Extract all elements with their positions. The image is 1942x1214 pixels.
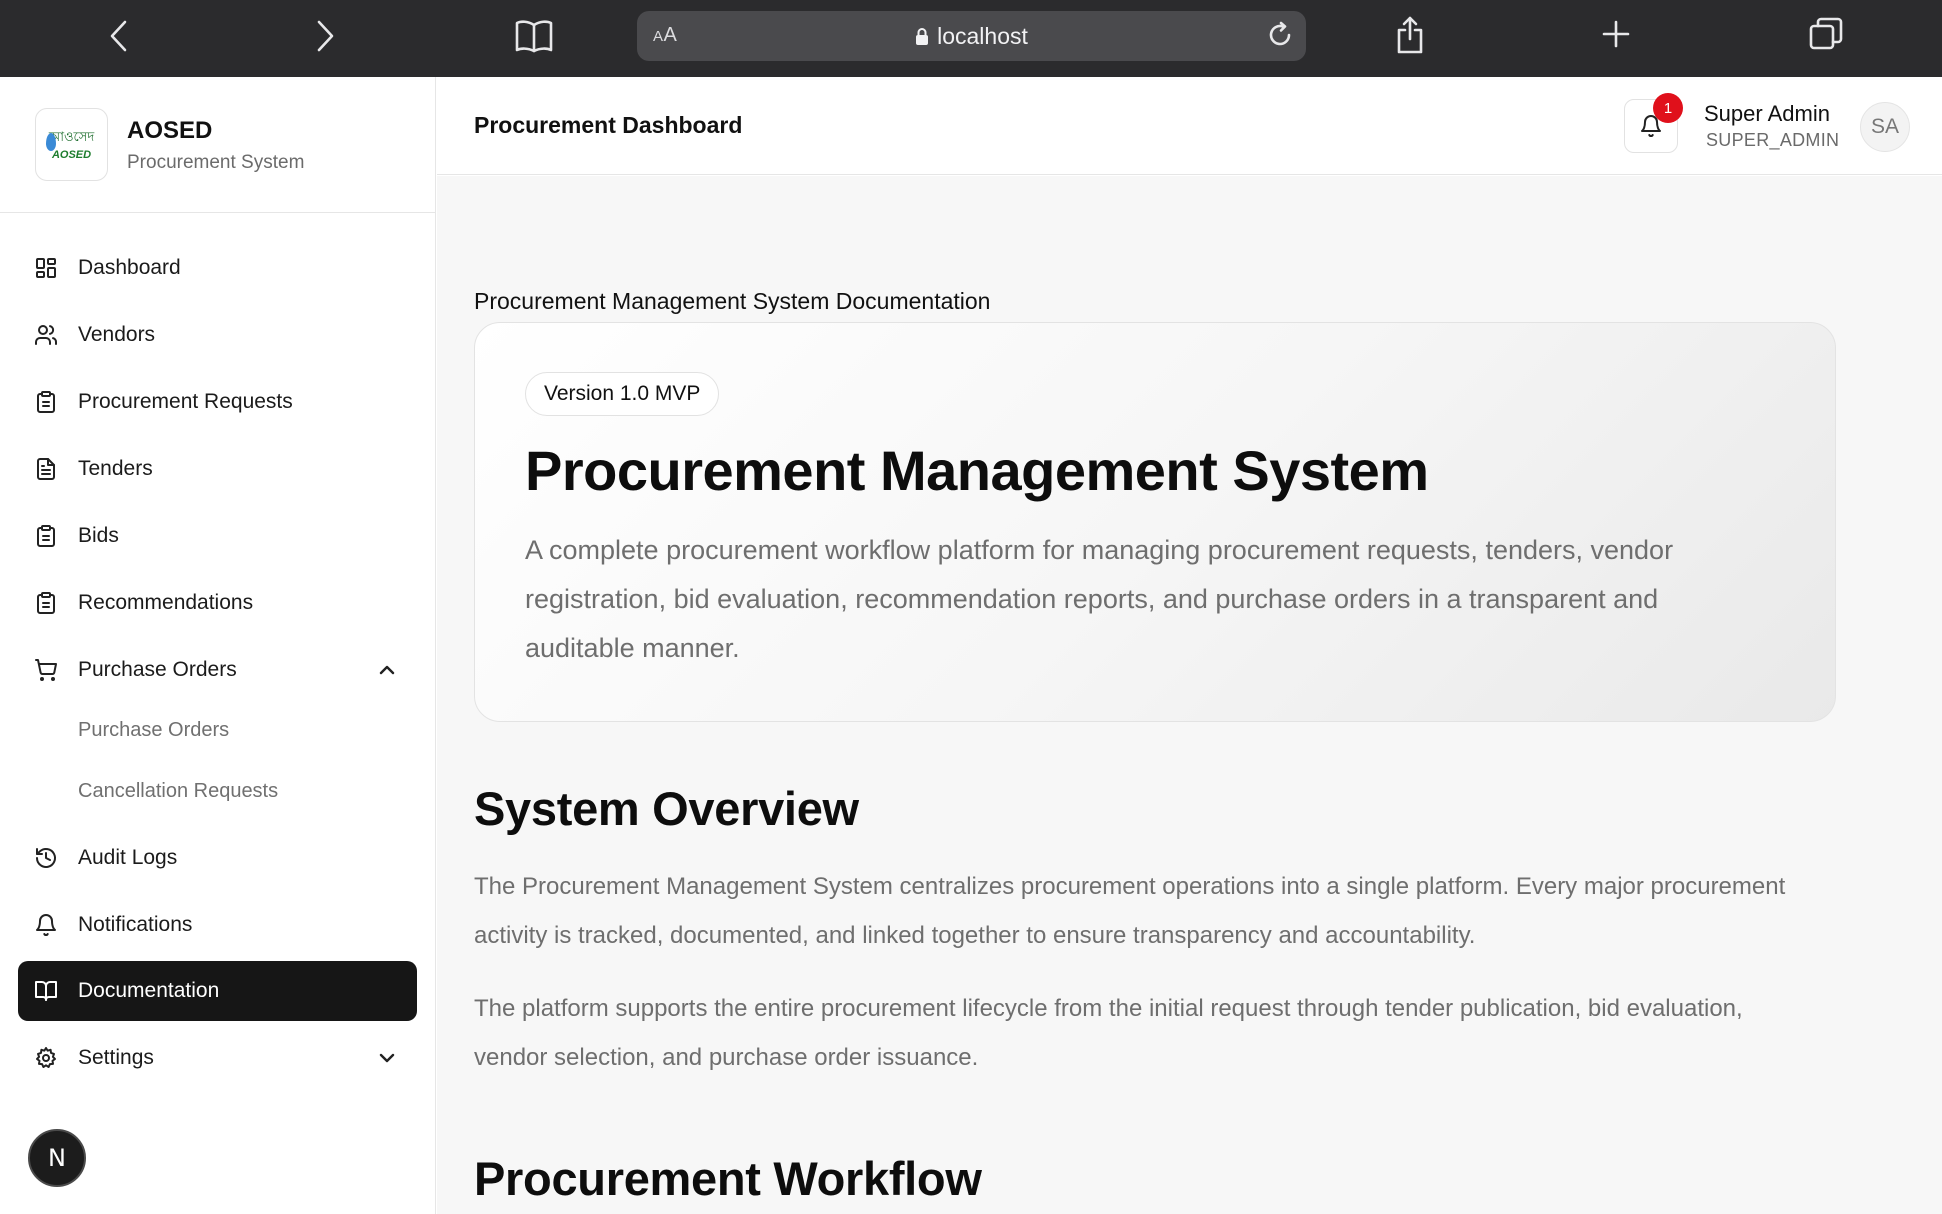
documentation-caption: Procurement Management System Documentat… bbox=[474, 288, 991, 314]
sidebar-item-settings[interactable]: Settings bbox=[18, 1028, 417, 1088]
hero-description: A complete procurement workflow platform… bbox=[525, 535, 1674, 663]
sidebar-item-documentation[interactable]: Documentation bbox=[18, 961, 417, 1021]
sidebar-item-label: Recommendations bbox=[78, 591, 254, 614]
avatar[interactable]: SA bbox=[1860, 102, 1910, 152]
clipboard-icon bbox=[34, 524, 58, 548]
sidebar-item-recommendations[interactable]: Recommendations bbox=[18, 573, 417, 633]
sidebar-item-purchase-orders[interactable]: Purchase Orders bbox=[18, 640, 417, 700]
share-icon[interactable] bbox=[1393, 12, 1427, 58]
dashboard-grid-icon bbox=[34, 256, 58, 280]
page-title: Procurement Dashboard bbox=[474, 112, 743, 138]
dev-tools-badge[interactable]: N bbox=[28, 1129, 86, 1187]
sidebar-item-tenders[interactable]: Tenders bbox=[18, 439, 417, 499]
aosed-logo: আওসেদ AOSED bbox=[35, 108, 108, 181]
sidebar-item-label: Audit Logs bbox=[78, 846, 178, 869]
sidebar-item-bids[interactable]: Bids bbox=[18, 506, 417, 566]
chevron-down-icon[interactable] bbox=[377, 1048, 397, 1068]
sidebar-item-procurement-requests[interactable]: Procurement Requests bbox=[18, 372, 417, 432]
version-badge: Version 1.0 MVP bbox=[525, 372, 720, 416]
users-icon bbox=[34, 323, 58, 347]
sidebar-item-dashboard[interactable]: Dashboard bbox=[18, 238, 417, 298]
sidebar-item-vendors[interactable]: Vendors bbox=[18, 305, 417, 365]
clipboard-icon bbox=[34, 390, 58, 414]
sidebar: আওসেদ AOSED AOSED Procurement System Das… bbox=[0, 77, 436, 1214]
gear-icon bbox=[34, 1046, 58, 1070]
brand-subtitle: Procurement System bbox=[127, 152, 305, 173]
sidebar-item-label: Notifications bbox=[78, 913, 193, 936]
sidebar-item-label: Documentation bbox=[78, 979, 220, 1002]
notification-count-badge: 1 bbox=[1653, 93, 1683, 123]
address-bar[interactable]: AA localhost bbox=[637, 11, 1306, 61]
sidebar-item-label: Dashboard bbox=[78, 256, 181, 279]
sidebar-item-label: Settings bbox=[78, 1046, 154, 1069]
overview-paragraph: The Procurement Management System centra… bbox=[474, 873, 1786, 949]
book-open-icon bbox=[34, 979, 58, 1003]
documentation-content: Procurement Management System Documentat… bbox=[437, 176, 1942, 1214]
back-icon[interactable] bbox=[104, 14, 134, 58]
forward-icon[interactable] bbox=[310, 14, 340, 58]
sidebar-item-label: Vendors bbox=[78, 323, 156, 346]
tabs-overview-icon[interactable] bbox=[1806, 14, 1846, 54]
reload-icon[interactable] bbox=[1264, 19, 1296, 51]
brand-name: AOSED bbox=[127, 117, 213, 144]
top-header: Procurement Dashboard 1 Super Admin SUPE… bbox=[437, 77, 1942, 175]
cart-icon bbox=[34, 658, 58, 682]
lock-icon bbox=[916, 28, 929, 45]
sidebar-item-label: Procurement Requests bbox=[78, 390, 293, 413]
user-name: Super Admin bbox=[1704, 101, 1830, 126]
history-icon bbox=[34, 846, 58, 870]
browser-toolbar: AA localhost bbox=[0, 0, 1942, 77]
clipboard-icon bbox=[34, 591, 58, 615]
file-text-icon bbox=[34, 457, 58, 481]
new-tab-icon[interactable] bbox=[1598, 16, 1634, 52]
user-role: SUPER_ADMIN bbox=[1706, 130, 1840, 150]
sidebar-item-label: Tenders bbox=[78, 457, 153, 480]
section-title-workflow: Procurement Workflow bbox=[474, 1152, 982, 1205]
bell-icon bbox=[34, 913, 58, 937]
sidebar-item-label: Bids bbox=[78, 524, 119, 547]
url-text: localhost bbox=[937, 23, 1028, 49]
section-title-overview: System Overview bbox=[474, 782, 859, 835]
sidebar-item-notifications[interactable]: Notifications bbox=[18, 895, 417, 955]
bookmarks-icon[interactable] bbox=[512, 16, 556, 56]
hero-card: Version 1.0 MVP Procurement Management S… bbox=[474, 322, 1836, 722]
sidebar-item-audit-logs[interactable]: Audit Logs bbox=[18, 828, 417, 888]
sidebar-subitem-cancellation-requests[interactable]: Cancellation Requests bbox=[78, 780, 278, 803]
brand-header: আওসেদ AOSED AOSED Procurement System bbox=[0, 77, 436, 213]
hero-title: Procurement Management System bbox=[525, 439, 1429, 502]
sidebar-subitem-purchase-orders[interactable]: Purchase Orders bbox=[78, 719, 229, 742]
overview-paragraph: The platform supports the entire procure… bbox=[474, 995, 1743, 1071]
chevron-up-icon[interactable] bbox=[377, 660, 397, 680]
sidebar-item-label: Purchase Orders bbox=[78, 658, 237, 681]
